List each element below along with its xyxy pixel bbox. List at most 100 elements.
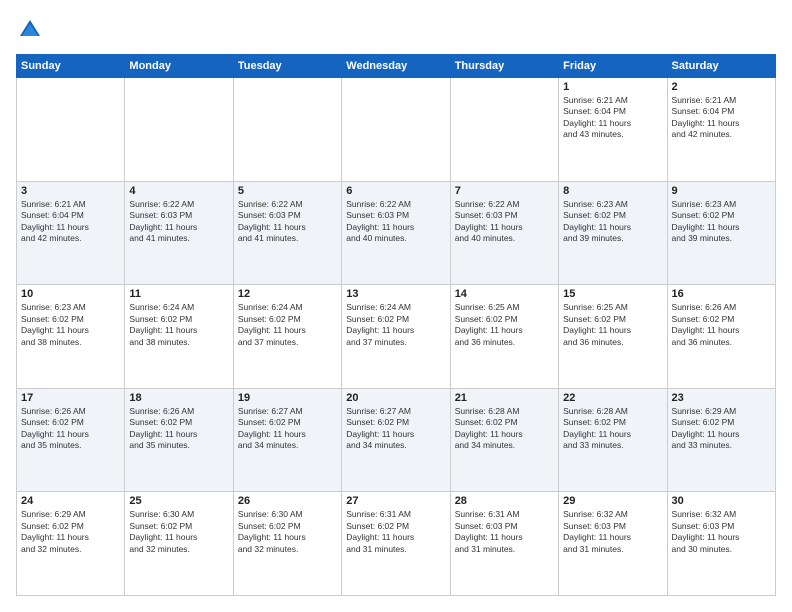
day-info: Sunrise: 6:24 AM Sunset: 6:02 PM Dayligh… (346, 302, 445, 348)
day-info: Sunrise: 6:31 AM Sunset: 6:03 PM Dayligh… (455, 509, 554, 555)
calendar-day-10: 10 Sunrise: 6:23 AM Sunset: 6:02 PM Dayli… (17, 285, 125, 389)
day-number: 26 (238, 495, 337, 507)
calendar-day-22: 22 Sunrise: 6:28 AM Sunset: 6:02 PM Dayli… (559, 388, 667, 492)
day-info: Sunrise: 6:26 AM Sunset: 6:02 PM Dayligh… (21, 406, 120, 452)
calendar-week-1: 1 Sunrise: 6:21 AM Sunset: 6:04 PM Daylig… (17, 78, 776, 182)
calendar-day-30: 30 Sunrise: 6:32 AM Sunset: 6:03 PM Dayli… (667, 492, 775, 596)
calendar-day-28: 28 Sunrise: 6:31 AM Sunset: 6:03 PM Dayli… (450, 492, 558, 596)
day-info: Sunrise: 6:24 AM Sunset: 6:02 PM Dayligh… (129, 302, 228, 348)
calendar-week-3: 10 Sunrise: 6:23 AM Sunset: 6:02 PM Dayli… (17, 285, 776, 389)
day-info: Sunrise: 6:21 AM Sunset: 6:04 PM Dayligh… (21, 199, 120, 245)
day-info: Sunrise: 6:32 AM Sunset: 6:03 PM Dayligh… (563, 509, 662, 555)
calendar-day-25: 25 Sunrise: 6:30 AM Sunset: 6:02 PM Dayli… (125, 492, 233, 596)
calendar-day-12: 12Sunrise: 6:24 AM Sunset: 6:02 PM Dayli… (233, 285, 341, 389)
day-number: 24 (21, 495, 120, 507)
page: SundayMondayTuesdayWednesdayThursdayFrid… (0, 0, 792, 612)
calendar-week-5: 24 Sunrise: 6:29 AM Sunset: 6:02 PM Dayli… (17, 492, 776, 596)
day-number: 19 (238, 392, 337, 404)
day-number: 23 (672, 392, 771, 404)
calendar-day-9: 9 Sunrise: 6:23 AM Sunset: 6:02 PM Daylig… (667, 181, 775, 285)
calendar-day-26: 26 Sunrise: 6:30 AM Sunset: 6:02 PM Dayli… (233, 492, 341, 596)
day-info: Sunrise: 6:32 AM Sunset: 6:03 PM Dayligh… (672, 509, 771, 555)
day-number: 29 (563, 495, 662, 507)
day-info: Sunrise: 6:30 AM Sunset: 6:02 PM Dayligh… (129, 509, 228, 555)
day-info: Sunrise: 6:23 AM Sunset: 6:02 PM Dayligh… (672, 199, 771, 245)
calendar-header-friday: Friday (559, 55, 667, 78)
day-info: Sunrise: 6:23 AM Sunset: 6:02 PM Dayligh… (21, 302, 120, 348)
calendar-day-27: 27 Sunrise: 6:31 AM Sunset: 6:02 PM Dayli… (342, 492, 450, 596)
calendar-day-23: 23 Sunrise: 6:29 AM Sunset: 6:02 PM Dayli… (667, 388, 775, 492)
day-number: 8 (563, 185, 662, 197)
day-number: 7 (455, 185, 554, 197)
day-info: Sunrise: 6:28 AM Sunset: 6:02 PM Dayligh… (563, 406, 662, 452)
day-info: Sunrise: 6:27 AM Sunset: 6:02 PM Dayligh… (346, 406, 445, 452)
calendar-day-16: 16Sunrise: 6:26 AM Sunset: 6:02 PM Dayli… (667, 285, 775, 389)
day-info: Sunrise: 6:24 AM Sunset: 6:02 PM Dayligh… (238, 302, 337, 348)
calendar-table: SundayMondayTuesdayWednesdayThursdayFrid… (16, 54, 776, 596)
day-number: 3 (21, 185, 120, 197)
day-info: Sunrise: 6:22 AM Sunset: 6:03 PM Dayligh… (346, 199, 445, 245)
calendar-empty (233, 78, 341, 182)
calendar-day-20: 20 Sunrise: 6:27 AM Sunset: 6:02 PM Dayli… (342, 388, 450, 492)
day-number: 5 (238, 185, 337, 197)
day-number: 13 (346, 288, 445, 300)
calendar-header-tuesday: Tuesday (233, 55, 341, 78)
day-number: 21 (455, 392, 554, 404)
day-info: Sunrise: 6:23 AM Sunset: 6:02 PM Dayligh… (563, 199, 662, 245)
calendar-day-18: 18Sunrise: 6:26 AM Sunset: 6:02 PM Dayli… (125, 388, 233, 492)
day-info: Sunrise: 6:31 AM Sunset: 6:02 PM Dayligh… (346, 509, 445, 555)
day-number: 10 (21, 288, 120, 300)
calendar-header-thursday: Thursday (450, 55, 558, 78)
day-number: 14 (455, 288, 554, 300)
calendar-header-sunday: Sunday (17, 55, 125, 78)
calendar-day-5: 5Sunrise: 6:22 AM Sunset: 6:03 PM Daylig… (233, 181, 341, 285)
calendar-day-29: 29 Sunrise: 6:32 AM Sunset: 6:03 PM Dayli… (559, 492, 667, 596)
day-number: 28 (455, 495, 554, 507)
day-number: 1 (563, 81, 662, 93)
day-info: Sunrise: 6:22 AM Sunset: 6:03 PM Dayligh… (129, 199, 228, 245)
calendar-day-7: 7 Sunrise: 6:22 AM Sunset: 6:03 PM Daylig… (450, 181, 558, 285)
day-info: Sunrise: 6:28 AM Sunset: 6:02 PM Dayligh… (455, 406, 554, 452)
day-info: Sunrise: 6:27 AM Sunset: 6:02 PM Dayligh… (238, 406, 337, 452)
day-number: 30 (672, 495, 771, 507)
day-number: 18 (129, 392, 228, 404)
header (16, 16, 776, 44)
calendar-header-row: SundayMondayTuesdayWednesdayThursdayFrid… (17, 55, 776, 78)
day-number: 6 (346, 185, 445, 197)
calendar-day-15: 15 Sunrise: 6:25 AM Sunset: 6:02 PM Dayli… (559, 285, 667, 389)
day-info: Sunrise: 6:21 AM Sunset: 6:04 PM Dayligh… (672, 95, 771, 141)
day-number: 27 (346, 495, 445, 507)
calendar-day-19: 19 Sunrise: 6:27 AM Sunset: 6:02 PM Dayli… (233, 388, 341, 492)
day-number: 20 (346, 392, 445, 404)
calendar-day-4: 4Sunrise: 6:22 AM Sunset: 6:03 PM Daylig… (125, 181, 233, 285)
calendar-day-21: 21 Sunrise: 6:28 AM Sunset: 6:02 PM Dayli… (450, 388, 558, 492)
day-number: 9 (672, 185, 771, 197)
day-info: Sunrise: 6:29 AM Sunset: 6:02 PM Dayligh… (21, 509, 120, 555)
day-number: 15 (563, 288, 662, 300)
day-number: 22 (563, 392, 662, 404)
day-info: Sunrise: 6:26 AM Sunset: 6:02 PM Dayligh… (672, 302, 771, 348)
calendar-week-2: 3 Sunrise: 6:21 AM Sunset: 6:04 PM Daylig… (17, 181, 776, 285)
day-info: Sunrise: 6:30 AM Sunset: 6:02 PM Dayligh… (238, 509, 337, 555)
day-number: 2 (672, 81, 771, 93)
day-info: Sunrise: 6:29 AM Sunset: 6:02 PM Dayligh… (672, 406, 771, 452)
day-info: Sunrise: 6:25 AM Sunset: 6:02 PM Dayligh… (455, 302, 554, 348)
calendar-day-3: 3 Sunrise: 6:21 AM Sunset: 6:04 PM Daylig… (17, 181, 125, 285)
calendar-empty (450, 78, 558, 182)
calendar-header-saturday: Saturday (667, 55, 775, 78)
calendar-day-17: 17 Sunrise: 6:26 AM Sunset: 6:02 PM Dayli… (17, 388, 125, 492)
calendar-empty (125, 78, 233, 182)
calendar-empty (17, 78, 125, 182)
calendar-week-4: 17 Sunrise: 6:26 AM Sunset: 6:02 PM Dayli… (17, 388, 776, 492)
calendar-day-14: 14 Sunrise: 6:25 AM Sunset: 6:02 PM Dayli… (450, 285, 558, 389)
day-number: 25 (129, 495, 228, 507)
calendar-day-24: 24 Sunrise: 6:29 AM Sunset: 6:02 PM Dayli… (17, 492, 125, 596)
day-number: 17 (21, 392, 120, 404)
calendar-day-13: 13 Sunrise: 6:24 AM Sunset: 6:02 PM Dayli… (342, 285, 450, 389)
calendar-empty (342, 78, 450, 182)
calendar-day-8: 8 Sunrise: 6:23 AM Sunset: 6:02 PM Daylig… (559, 181, 667, 285)
day-number: 11 (129, 288, 228, 300)
day-info: Sunrise: 6:25 AM Sunset: 6:02 PM Dayligh… (563, 302, 662, 348)
calendar-day-11: 11 Sunrise: 6:24 AM Sunset: 6:02 PM Dayli… (125, 285, 233, 389)
day-info: Sunrise: 6:22 AM Sunset: 6:03 PM Dayligh… (455, 199, 554, 245)
